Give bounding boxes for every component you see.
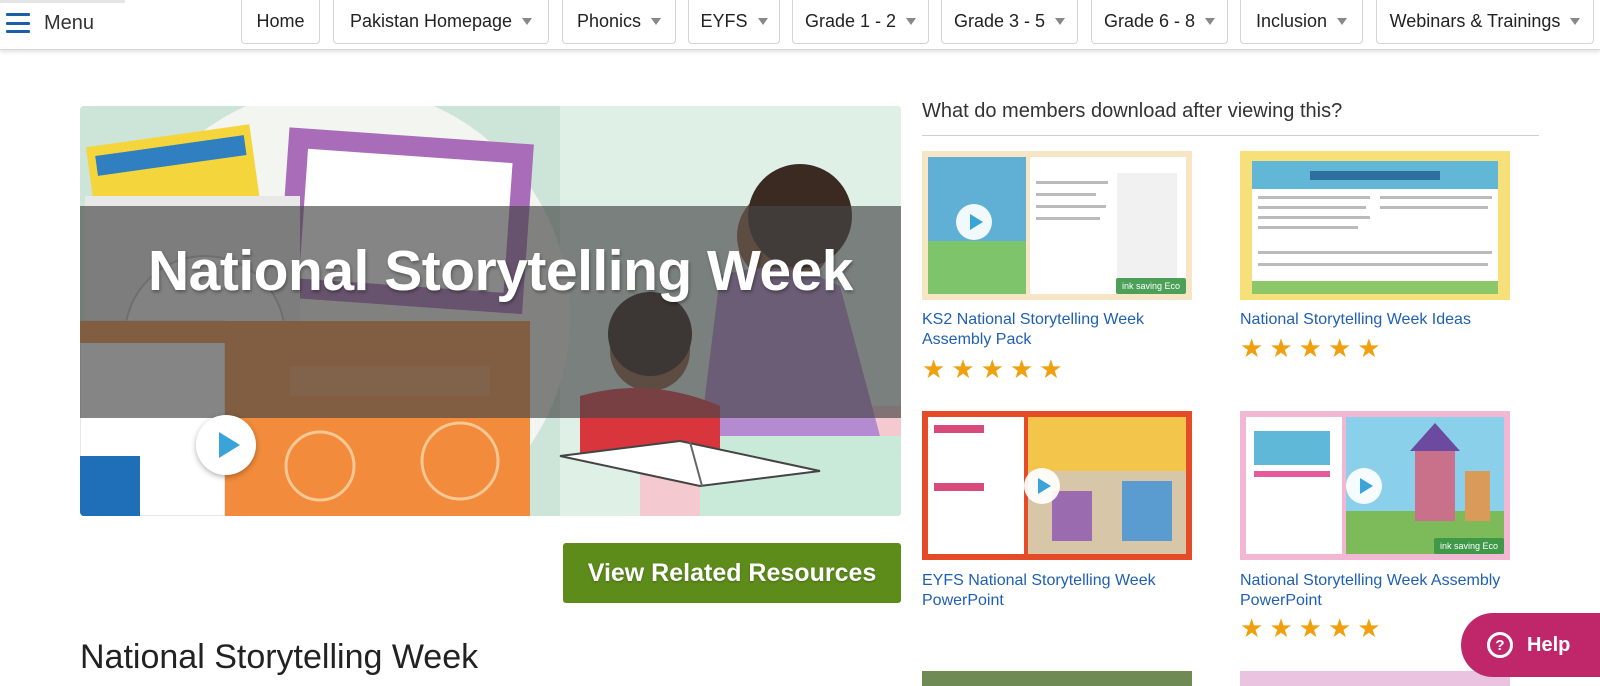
dropdown-caret-icon — [651, 18, 662, 25]
resource-thumbnail-partial[interactable] — [1240, 671, 1510, 686]
star-icon: ★ — [1298, 334, 1322, 364]
play-icon — [1346, 468, 1382, 504]
help-button[interactable]: ? Help — [1461, 613, 1600, 677]
nav-item-label: Grade 6 - 8 — [1103, 11, 1196, 31]
star-icon: ★ — [1298, 614, 1322, 644]
related-heading: What do members download after viewing t… — [922, 100, 1343, 122]
star-icon: ★ — [1269, 614, 1293, 644]
help-label: Help — [1527, 633, 1571, 656]
star-icon: ★ — [922, 355, 946, 385]
nav-item-label: Grade 3 - 5 — [953, 11, 1046, 31]
nav-item-label: Webinars & Trainings — [1389, 11, 1561, 31]
resource-thumbnail-partial[interactable] — [922, 671, 1192, 686]
eco-badge: ink saving Eco — [1115, 278, 1186, 294]
star-rating: ★ ★ ★ ★ ★ — [922, 357, 1063, 383]
star-icon: ★ — [1357, 334, 1381, 364]
star-rating: ★ ★ ★ ★ ★ — [1240, 336, 1381, 362]
hamburger-icon — [6, 13, 30, 33]
eco-badge: ink saving Eco — [1433, 538, 1504, 554]
related-divider — [922, 135, 1539, 136]
nav-item-webinars-trainings[interactable]: Webinars & Trainings — [1376, 0, 1594, 44]
star-icon: ★ — [1269, 334, 1293, 364]
nav-item-pakistan-homepage[interactable]: Pakistan Homepage — [333, 0, 549, 44]
resource-thumbnail[interactable]: ink saving Eco — [922, 151, 1192, 300]
star-icon: ★ — [1357, 614, 1381, 644]
star-icon: ★ — [951, 355, 975, 385]
top-navigation: Menu Home Pakistan Homepage Phonics EYFS… — [0, 0, 1600, 50]
help-icon: ? — [1487, 632, 1513, 658]
nav-item-label: Grade 1 - 2 — [804, 11, 897, 31]
resource-title-link[interactable]: National Storytelling Week Assembly Powe… — [1240, 571, 1510, 611]
play-icon — [1024, 468, 1060, 504]
dropdown-caret-icon — [906, 18, 917, 25]
nav-item-label: Phonics — [576, 11, 642, 31]
resource-thumbnail[interactable] — [1240, 151, 1510, 300]
menu-button[interactable]: Menu — [0, 0, 125, 46]
nav-item-grade-3-5[interactable]: Grade 3 - 5 — [941, 0, 1078, 44]
thumbnail-image — [1252, 161, 1498, 294]
dropdown-caret-icon — [1570, 18, 1581, 25]
nav-item-label: Inclusion — [1255, 11, 1328, 31]
star-icon: ★ — [1009, 355, 1034, 385]
nav-item-eyfs[interactable]: EYFS — [688, 0, 780, 44]
nav-item-label: Pakistan Homepage — [349, 11, 513, 31]
nav-item-grade-1-2[interactable]: Grade 1 - 2 — [792, 0, 929, 44]
view-related-resources-button[interactable]: View Related Resources — [563, 543, 901, 603]
star-icon: ★ — [1240, 334, 1264, 364]
resource-thumbnail[interactable]: ink saving Eco — [1240, 411, 1510, 560]
nav-item-grade-6-8[interactable]: Grade 6 - 8 — [1091, 0, 1228, 44]
nav-item-label: Home — [256, 11, 305, 31]
resource-title-link[interactable]: National Storytelling Week Ideas — [1240, 310, 1510, 330]
star-icon: ★ — [1039, 355, 1063, 385]
nav-item-label: EYFS — [700, 11, 748, 31]
star-rating: ★ ★ ★ ★ ★ — [1240, 616, 1381, 642]
star-icon: ★ — [1327, 614, 1352, 644]
star-icon: ★ — [980, 355, 1004, 385]
hero-banner[interactable]: National Storytelling Week — [80, 106, 901, 516]
star-icon: ★ — [1240, 614, 1264, 644]
dropdown-caret-icon — [1055, 18, 1066, 25]
nav-item-home[interactable]: Home — [241, 0, 320, 44]
hero-title: National Storytelling Week — [148, 239, 853, 303]
play-icon — [956, 204, 992, 240]
resource-title-link[interactable]: KS2 National Storytelling Week Assembly … — [922, 310, 1192, 350]
play-icon[interactable] — [196, 415, 256, 475]
dropdown-caret-icon — [522, 18, 533, 25]
nav-item-phonics[interactable]: Phonics — [562, 0, 676, 44]
resource-title-link[interactable]: EYFS National Storytelling Week PowerPoi… — [922, 571, 1192, 611]
dropdown-caret-icon — [757, 18, 768, 25]
nav-item-inclusion[interactable]: Inclusion — [1240, 0, 1363, 44]
menu-label: Menu — [44, 11, 95, 34]
star-icon: ★ — [1327, 334, 1352, 364]
resource-thumbnail[interactable] — [922, 411, 1192, 560]
dropdown-caret-icon — [1337, 18, 1348, 25]
dropdown-caret-icon — [1205, 18, 1216, 25]
page-title: National Storytelling Week — [80, 638, 479, 676]
